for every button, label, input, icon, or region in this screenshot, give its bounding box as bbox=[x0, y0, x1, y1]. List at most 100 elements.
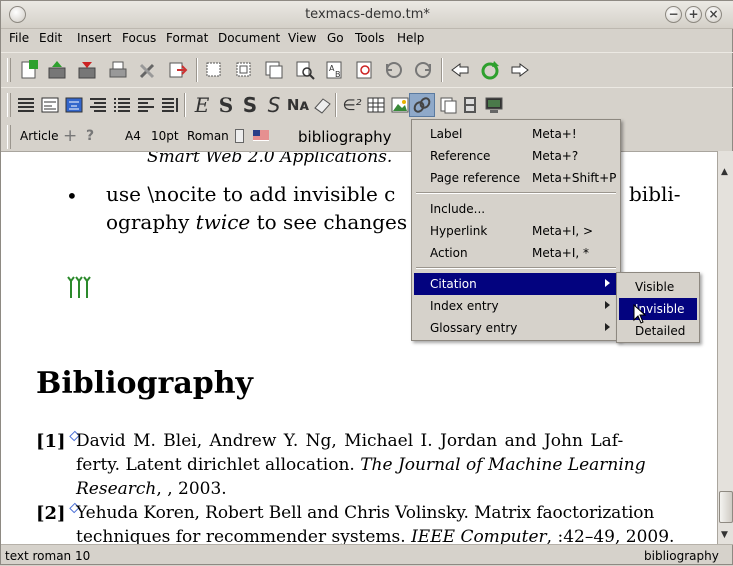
cut-icon[interactable] bbox=[231, 58, 257, 82]
math-icon[interactable]: ∈² bbox=[339, 93, 365, 117]
context-focus-button[interactable]: bibliography bbox=[298, 128, 392, 146]
maximize-button[interactable]: + bbox=[685, 6, 702, 23]
animation-icon[interactable] bbox=[457, 93, 483, 117]
align-right-icon[interactable] bbox=[85, 93, 111, 117]
ref-2-line1: Yehuda Koren, Robert Bell and Chris Voli… bbox=[76, 503, 655, 523]
new-document-icon[interactable] bbox=[16, 58, 42, 82]
language-flag-icon[interactable] bbox=[253, 130, 269, 144]
align-left-icon[interactable] bbox=[37, 93, 63, 117]
menu-format[interactable]: Format bbox=[166, 31, 208, 45]
copy-icon[interactable] bbox=[201, 58, 227, 82]
status-bar: text roman 10 bibliography bbox=[1, 544, 733, 566]
menu-edit[interactable]: Edit bbox=[39, 31, 62, 45]
window-title: texmacs-demo.tm* bbox=[305, 7, 430, 22]
table-icon[interactable] bbox=[363, 93, 389, 117]
submenu-arrow-icon bbox=[605, 301, 610, 309]
paper-size-button[interactable]: A4 bbox=[125, 129, 141, 143]
description-list-icon[interactable] bbox=[157, 93, 183, 117]
color-swatch[interactable] bbox=[235, 129, 244, 143]
bullet-list-icon[interactable] bbox=[109, 93, 135, 117]
document-style-button[interactable]: Article bbox=[20, 129, 59, 143]
main-toolbar: AB bbox=[1, 52, 733, 86]
save-icon[interactable] bbox=[74, 58, 100, 82]
search-icon[interactable] bbox=[292, 58, 318, 82]
mouse-cursor-icon bbox=[633, 303, 647, 327]
ref-2-line2: techniques for recommender systems. IEEE… bbox=[76, 527, 675, 544]
menu-tools[interactable]: Tools bbox=[355, 31, 385, 45]
toolbar-grip-2[interactable] bbox=[7, 93, 11, 117]
menu-focus[interactable]: Focus bbox=[122, 31, 156, 45]
minimize-button[interactable]: − bbox=[665, 6, 682, 23]
menu-go[interactable]: Go bbox=[327, 31, 344, 45]
ref-1-line3: Research, , 2003. bbox=[76, 479, 227, 499]
menu-file[interactable]: File bbox=[9, 31, 29, 45]
menu-view[interactable]: View bbox=[288, 31, 316, 45]
menu-item-glossary-entry[interactable]: Glossary entry bbox=[414, 317, 618, 339]
menu-item-index-entry[interactable]: Index entry bbox=[414, 295, 618, 317]
menu-item-label[interactable]: Label Meta+! bbox=[414, 123, 618, 145]
menu-item-citation[interactable]: Citation bbox=[414, 273, 618, 295]
session-icon[interactable] bbox=[481, 93, 507, 117]
ref-label-1: [1] bbox=[36, 431, 66, 452]
small-caps-icon[interactable]: Nᴀ bbox=[285, 93, 311, 117]
undo-icon[interactable] bbox=[381, 58, 407, 82]
paste-icon[interactable] bbox=[261, 58, 287, 82]
reload-icon[interactable] bbox=[477, 58, 503, 82]
link-icon[interactable] bbox=[409, 93, 435, 117]
menu-item-include[interactable]: Include... bbox=[414, 198, 618, 220]
ref-1-line2: ferty. Latent dirichlet allocation. The … bbox=[76, 455, 646, 475]
toolbar-grip[interactable] bbox=[7, 58, 11, 82]
bullet-text-line1-end: bibli- bbox=[629, 182, 681, 206]
submenu-arrow-icon bbox=[605, 323, 610, 331]
status-left: text roman 10 bbox=[5, 549, 91, 563]
tools-icon[interactable] bbox=[135, 58, 161, 82]
bullet-text-line1: use \nocite to add invisible c bbox=[106, 182, 396, 206]
menu-item-visible[interactable]: Visible bbox=[619, 276, 697, 298]
redo-icon[interactable] bbox=[410, 58, 436, 82]
font-size-button[interactable]: 10pt bbox=[151, 129, 179, 143]
open-file-icon[interactable] bbox=[44, 58, 70, 82]
menu-item-reference[interactable]: Reference Meta+? bbox=[414, 145, 618, 167]
citation-submenu: Visible Invisible Detailed bbox=[616, 272, 700, 343]
bullet-text-line2: ography twice to see changes bbox=[106, 210, 408, 234]
bullet: • bbox=[66, 184, 78, 208]
align-justify-icon[interactable] bbox=[13, 93, 39, 117]
toolbar-grip-3[interactable] bbox=[7, 125, 11, 149]
scrollbar-thumb[interactable] bbox=[719, 491, 733, 523]
export-icon[interactable] bbox=[165, 58, 191, 82]
bibliography-heading: Bibliography bbox=[36, 366, 253, 401]
back-icon[interactable] bbox=[447, 58, 473, 82]
bold-serif-icon[interactable]: S bbox=[213, 93, 239, 117]
menu-item-invisible[interactable]: Invisible bbox=[619, 298, 697, 320]
format-toolbar: E S S S Nᴀ ∈² bbox=[1, 87, 733, 121]
add-package-button[interactable]: + bbox=[63, 126, 77, 146]
slanted-icon[interactable]: S bbox=[261, 93, 287, 117]
menu-help[interactable]: Help bbox=[397, 31, 424, 45]
replace-icon[interactable]: AB bbox=[322, 58, 348, 82]
align-center-icon[interactable] bbox=[61, 93, 87, 117]
sans-serif-icon[interactable]: S bbox=[237, 93, 263, 117]
print-icon[interactable] bbox=[105, 58, 131, 82]
numbered-list-icon[interactable] bbox=[133, 93, 159, 117]
scroll-up-icon[interactable]: ▲ bbox=[721, 167, 728, 177]
eraser-icon[interactable] bbox=[309, 93, 335, 117]
menu-insert[interactable]: Insert bbox=[77, 31, 111, 45]
spell-check-icon[interactable] bbox=[352, 58, 378, 82]
close-button[interactable]: × bbox=[705, 6, 722, 23]
menu-document[interactable]: Document bbox=[218, 31, 280, 45]
font-button[interactable]: Roman bbox=[187, 129, 229, 143]
menu-item-hyperlink[interactable]: Hyperlink Meta+I, > bbox=[414, 220, 618, 242]
vertical-scrollbar[interactable]: ▲ ▼ bbox=[717, 151, 733, 544]
ref-label-2: [2] bbox=[36, 503, 66, 524]
menu-bar: File Edit Insert Focus Format Document V… bbox=[1, 29, 733, 49]
scroll-down-icon[interactable]: ▼ bbox=[721, 530, 728, 540]
link-menu: Label Meta+! Reference Meta+? Page referen… bbox=[411, 119, 621, 341]
help-button[interactable]: ? bbox=[86, 128, 94, 144]
menu-item-action[interactable]: Action Meta+I, * bbox=[414, 242, 618, 264]
forward-icon[interactable] bbox=[507, 58, 533, 82]
ref-1-line1: David M. Blei, Andrew Y. Ng, Michael I. … bbox=[76, 431, 624, 451]
menu-item-page-reference[interactable]: Page reference Meta+Shift+P bbox=[414, 167, 618, 189]
italic-icon[interactable]: E bbox=[189, 93, 215, 117]
menu-item-detailed[interactable]: Detailed bbox=[619, 320, 697, 342]
invisible-citation-marker-icon[interactable] bbox=[67, 274, 91, 303]
